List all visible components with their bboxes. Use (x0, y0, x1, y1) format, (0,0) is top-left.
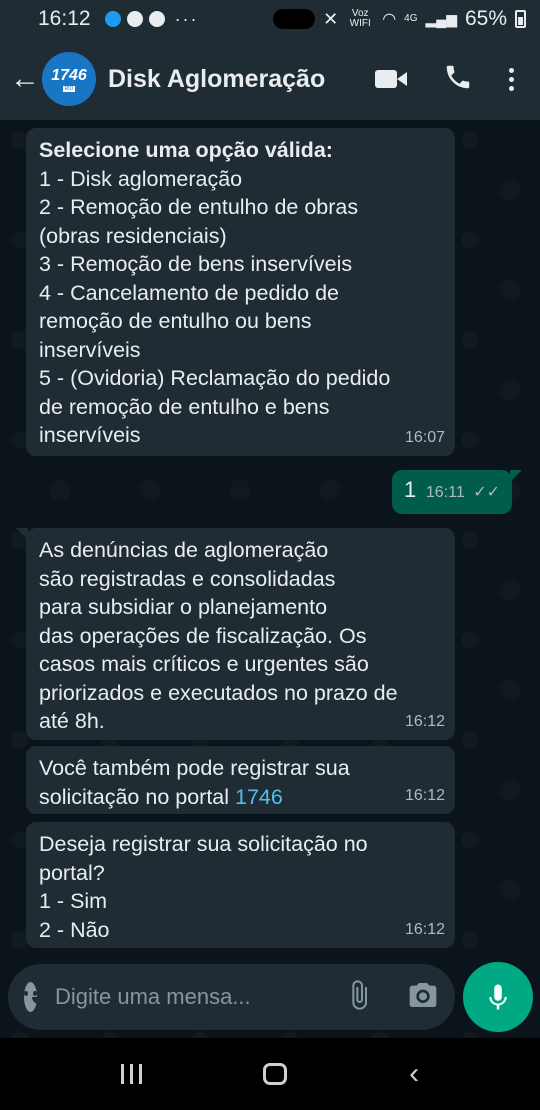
message-line: 5 - (Ovidoria) Reclamação do pedido (39, 366, 391, 390)
message-bubble-incoming[interactable]: Deseja registrar sua solicitação no port… (26, 822, 455, 948)
wifi-icon: ◠ (382, 11, 397, 28)
message-line: 2 - Não (39, 917, 110, 942)
back-arrow-icon[interactable]: ← (10, 64, 40, 94)
message-bubble-incoming[interactable]: Você também pode registrar sua solicitaç… (26, 746, 455, 814)
message-time: 16:12 (404, 920, 445, 938)
network-type: 4G (404, 13, 418, 24)
hidden-icon (273, 9, 316, 29)
voice-message-button[interactable] (463, 962, 533, 1032)
emoji-icon[interactable] (24, 982, 46, 1012)
contact-name[interactable]: Disk Aglomeração (108, 65, 325, 94)
voz-wifi-label: Voz WIFI (349, 8, 371, 29)
message-line: (obras residenciais) (39, 223, 227, 248)
signal-icon: ▂▄▆ (425, 10, 457, 27)
message-line: 1 - Sim (39, 889, 108, 913)
voice-call-icon[interactable] (443, 62, 473, 97)
message-bubble-incoming[interactable]: As denúncias de aglomeração são registra… (16, 528, 455, 740)
message-line: das operações de fiscalização. Os (39, 623, 367, 648)
message-line: para subsidiar o planejamento (39, 595, 328, 619)
message-time: 16:12 (404, 712, 445, 730)
app-notification-icon (104, 11, 121, 27)
system-navigation-bar: ‹ (0, 1038, 540, 1110)
system-icons: ✕ Voz WIFI ◠ 4G ▂▄▆ 65% (273, 7, 526, 31)
message-line-text: solicitação no portal (39, 784, 235, 809)
recent-apps-icon[interactable] (120, 1064, 142, 1084)
portal-link[interactable]: 1746 (235, 785, 283, 809)
message-line: inservíveis (39, 423, 141, 447)
message-line: 4 - Cancelamento de pedido de (39, 280, 340, 305)
attach-icon[interactable] (343, 979, 375, 1016)
message-bubble-outgoing[interactable]: 1 16:11 ✓✓ (392, 470, 522, 514)
mute-icon: ✕ (323, 8, 339, 29)
message-time-with-ticks: 16:11 ✓✓ (426, 479, 500, 508)
video-call-icon[interactable] (375, 68, 407, 90)
home-icon[interactable] (263, 1063, 288, 1085)
message-time: 16:12 (404, 786, 445, 804)
message-title: Selecione uma opção válida: (39, 138, 333, 162)
read-ticks-icon: ✓✓ (473, 483, 500, 501)
message-line: inservíveis (39, 337, 141, 362)
message-text: 1 (404, 477, 417, 502)
status-bar: 16:12 ··· ✕ Voz WIFI ◠ 4G ▂▄▆ 65% (0, 0, 540, 38)
microphone-icon (489, 984, 507, 1010)
message-line: remoção de entulho ou bens (39, 309, 312, 333)
message-line: 3 - Remoção de bens inservíveis (39, 252, 353, 276)
message-line: 1 - Disk aglomeração (39, 166, 243, 191)
message-line: de remoção de entulho e bens (39, 394, 330, 419)
status-time: 16:12 (38, 7, 91, 30)
message-bubble-incoming[interactable]: Selecione uma opção válida: 1 - Disk agl… (26, 128, 455, 456)
camera-icon[interactable] (407, 979, 439, 1016)
message-input[interactable] (55, 984, 343, 1010)
message-line: Deseja registrar sua solicitação no (39, 832, 368, 856)
chat-area[interactable]: Selecione uma opção válida: 1 - Disk agl… (0, 120, 540, 1038)
back-icon[interactable]: ‹ (409, 1059, 419, 1089)
message-line: portal? (39, 860, 105, 885)
message-line: 2 - Remoção de entulho de obras (39, 195, 359, 219)
message-line: até 8h. (39, 709, 105, 733)
avatar-logo-subtext: RIO (62, 85, 76, 92)
more-notifications-icon: ··· (174, 8, 199, 29)
app-notification-icon (126, 11, 143, 27)
battery-percent: 65% (464, 7, 507, 30)
message-line: priorizados e executados no prazo de (39, 680, 398, 705)
message-line: As denúncias de aglomeração (39, 538, 329, 562)
chat-header: ← 1746 RIO Disk Aglomeração (0, 38, 540, 120)
header-actions (375, 62, 540, 97)
contact-avatar[interactable]: 1746 RIO (42, 52, 96, 106)
app-notification-icon (148, 11, 165, 27)
message-line: Você também pode registrar sua (39, 756, 350, 780)
message-time: 16:11 (425, 483, 465, 501)
message-line: solicitação no portal 1746 (39, 783, 443, 812)
message-composer (8, 964, 455, 1030)
notification-icons (104, 11, 165, 27)
message-line: são registradas e consolidadas (39, 566, 336, 591)
battery-icon (515, 10, 526, 28)
avatar-logo-text: 1746 (51, 66, 87, 84)
more-options-icon[interactable] (509, 67, 514, 91)
message-line: casos mais críticos e urgentes são (39, 652, 369, 676)
message-time: 16:07 (404, 428, 445, 446)
